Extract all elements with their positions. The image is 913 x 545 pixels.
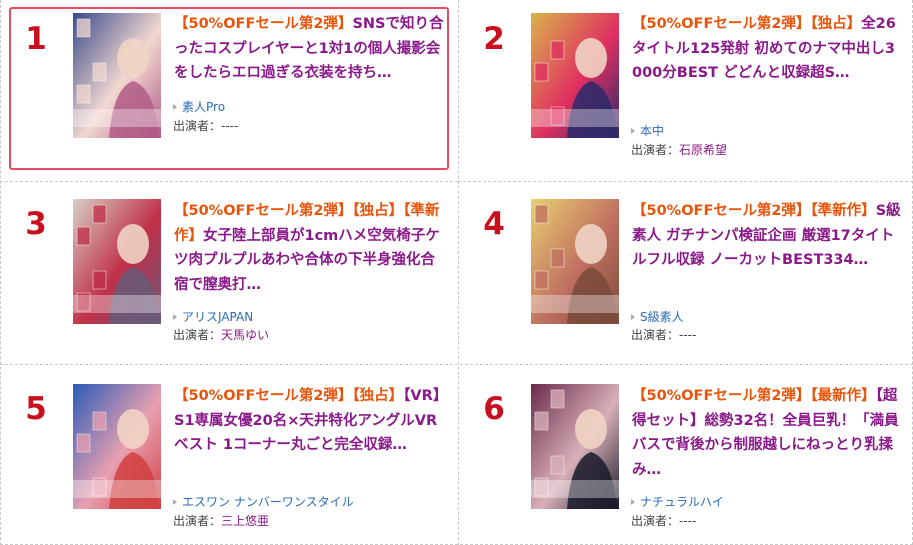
actors-label: 出演者： (631, 514, 680, 528)
product-thumbnail[interactable] (73, 13, 161, 138)
actor-link[interactable]: 三上悠亜 (221, 514, 269, 528)
maker-name: アリスJAPAN (182, 310, 254, 324)
sale-tag: 【50%OFFセール第2弾】 (632, 16, 811, 32)
triangle-right-icon (173, 104, 177, 110)
product-title-link[interactable]: 【50%OFFセール第2弾】【独占】全26タイトル125発射 初めてのナマ中出し… (632, 12, 904, 86)
product-thumbnail[interactable] (531, 13, 619, 138)
maker-name: 本中 (640, 124, 665, 138)
product-title-link[interactable]: 【50%OFFセール第2弾】【準新作】S級素人 ガチナンパ検証企画 厳選17タイ… (632, 199, 904, 273)
maker-link[interactable]: S級素人 (631, 309, 684, 325)
product-thumbnail[interactable] (73, 199, 161, 324)
sale-tag: 【独占】 (352, 388, 404, 404)
actors-value: ---- (679, 328, 697, 342)
maker-link[interactable]: 素人Pro (173, 99, 225, 115)
rank-number: 4 (483, 206, 505, 242)
actors-label: 出演者： (173, 514, 222, 528)
sale-tag: 【50%OFFセール第2弾】 (174, 388, 353, 404)
triangle-right-icon (631, 128, 635, 134)
actor-link[interactable]: 天馬ゆい (221, 328, 269, 342)
product-title-text: 女子陸上部員が1cmハメ空気椅子ケツ肉プルプルあわや合体の下半身強化合宿で膣奥打… (174, 227, 440, 293)
rank-number: 6 (483, 391, 505, 427)
actors-line: 出演者：---- (631, 327, 696, 343)
sale-tag: 【50%OFFセール第2弾】 (632, 203, 811, 219)
triangle-right-icon (173, 499, 177, 505)
actors-value: ---- (679, 514, 697, 528)
sale-tag: 【最新作】 (810, 388, 876, 404)
ranking-item: 5 【50%OFFセール第2弾】【独占】【VR】S1専属女優20名×天井特化アング… (0, 364, 455, 545)
maker-name: 素人Pro (182, 100, 226, 114)
maker-link[interactable]: アリスJAPAN (173, 309, 253, 325)
actors-line: 出演者：天馬ゆい (173, 327, 269, 343)
maker-name: ナチュラルハイ (640, 495, 724, 509)
sale-tag: 【独占】 (352, 203, 404, 219)
product-title-link[interactable]: 【50%OFFセール第2弾】【独占】【VR】S1専属女優20名×天井特化アングル… (174, 384, 446, 458)
rank-number: 3 (25, 206, 47, 242)
sale-tag: 【独占】 (810, 16, 862, 32)
actor-link[interactable]: 石原希望 (679, 143, 727, 157)
ranking-item: 2 【50%OFFセール第2弾】【独占】全26タイトル125発射 初めてのナマ中出… (458, 0, 913, 181)
product-title-link[interactable]: 【50%OFFセール第2弾】【最新作】【超得セット】総勢32名！全員巨乳！「満員… (632, 384, 904, 482)
actors-label: 出演者： (631, 328, 680, 342)
sale-tag: 【50%OFFセール第2弾】 (174, 16, 353, 32)
actors-line: 出演者：石原希望 (631, 142, 727, 158)
product-title-link[interactable]: 【50%OFFセール第2弾】SNSで知り合ったコスプレイヤーと1対1の個人撮影会… (174, 12, 446, 86)
product-thumbnail[interactable] (531, 199, 619, 324)
maker-link[interactable]: エスワン ナンバーワンスタイル (173, 494, 354, 510)
actors-line: 出演者：三上悠亜 (173, 513, 269, 529)
maker-link[interactable]: ナチュラルハイ (631, 494, 724, 510)
rank-number: 5 (25, 391, 47, 427)
actors-line: 出演者：---- (173, 118, 238, 134)
triangle-right-icon (631, 499, 635, 505)
actors-label: 出演者： (173, 119, 222, 133)
triangle-right-icon (631, 314, 635, 320)
maker-name: S級素人 (640, 310, 684, 324)
ranking-item: 3 【50%OFFセール第2弾】【独占】【準新作】女子陸上部員が1cmハメ空気椅子… (0, 181, 455, 362)
actors-value: ---- (221, 119, 239, 133)
triangle-right-icon (173, 314, 177, 320)
maker-name: エスワン ナンバーワンスタイル (182, 495, 354, 509)
product-thumbnail[interactable] (531, 384, 619, 509)
product-title-link[interactable]: 【50%OFFセール第2弾】【独占】【準新作】女子陸上部員が1cmハメ空気椅子ケ… (174, 199, 446, 297)
actors-line: 出演者：---- (631, 513, 696, 529)
sale-tag: 【50%OFFセール第2弾】 (174, 203, 353, 219)
actors-label: 出演者： (631, 143, 680, 157)
rank-number: 1 (25, 21, 47, 57)
product-thumbnail[interactable] (73, 384, 161, 509)
ranking-item: 6 【50%OFFセール第2弾】【最新作】【超得セット】総勢32名！全員巨乳！「満… (458, 364, 913, 545)
ranking-item: 4 【50%OFFセール第2弾】【準新作】S級素人 ガチナンパ検証企画 厳選17タ… (458, 181, 913, 362)
rank-number: 2 (483, 21, 505, 57)
sale-tag: 【50%OFFセール第2弾】 (632, 388, 811, 404)
ranking-item: 1 【50%OFFセール第2弾】SNSで知り合ったコスプレイヤーと1対1の個人撮影… (0, 0, 455, 181)
actors-label: 出演者： (173, 328, 222, 342)
sale-tag: 【準新作】 (810, 203, 876, 219)
maker-link[interactable]: 本中 (631, 123, 664, 139)
